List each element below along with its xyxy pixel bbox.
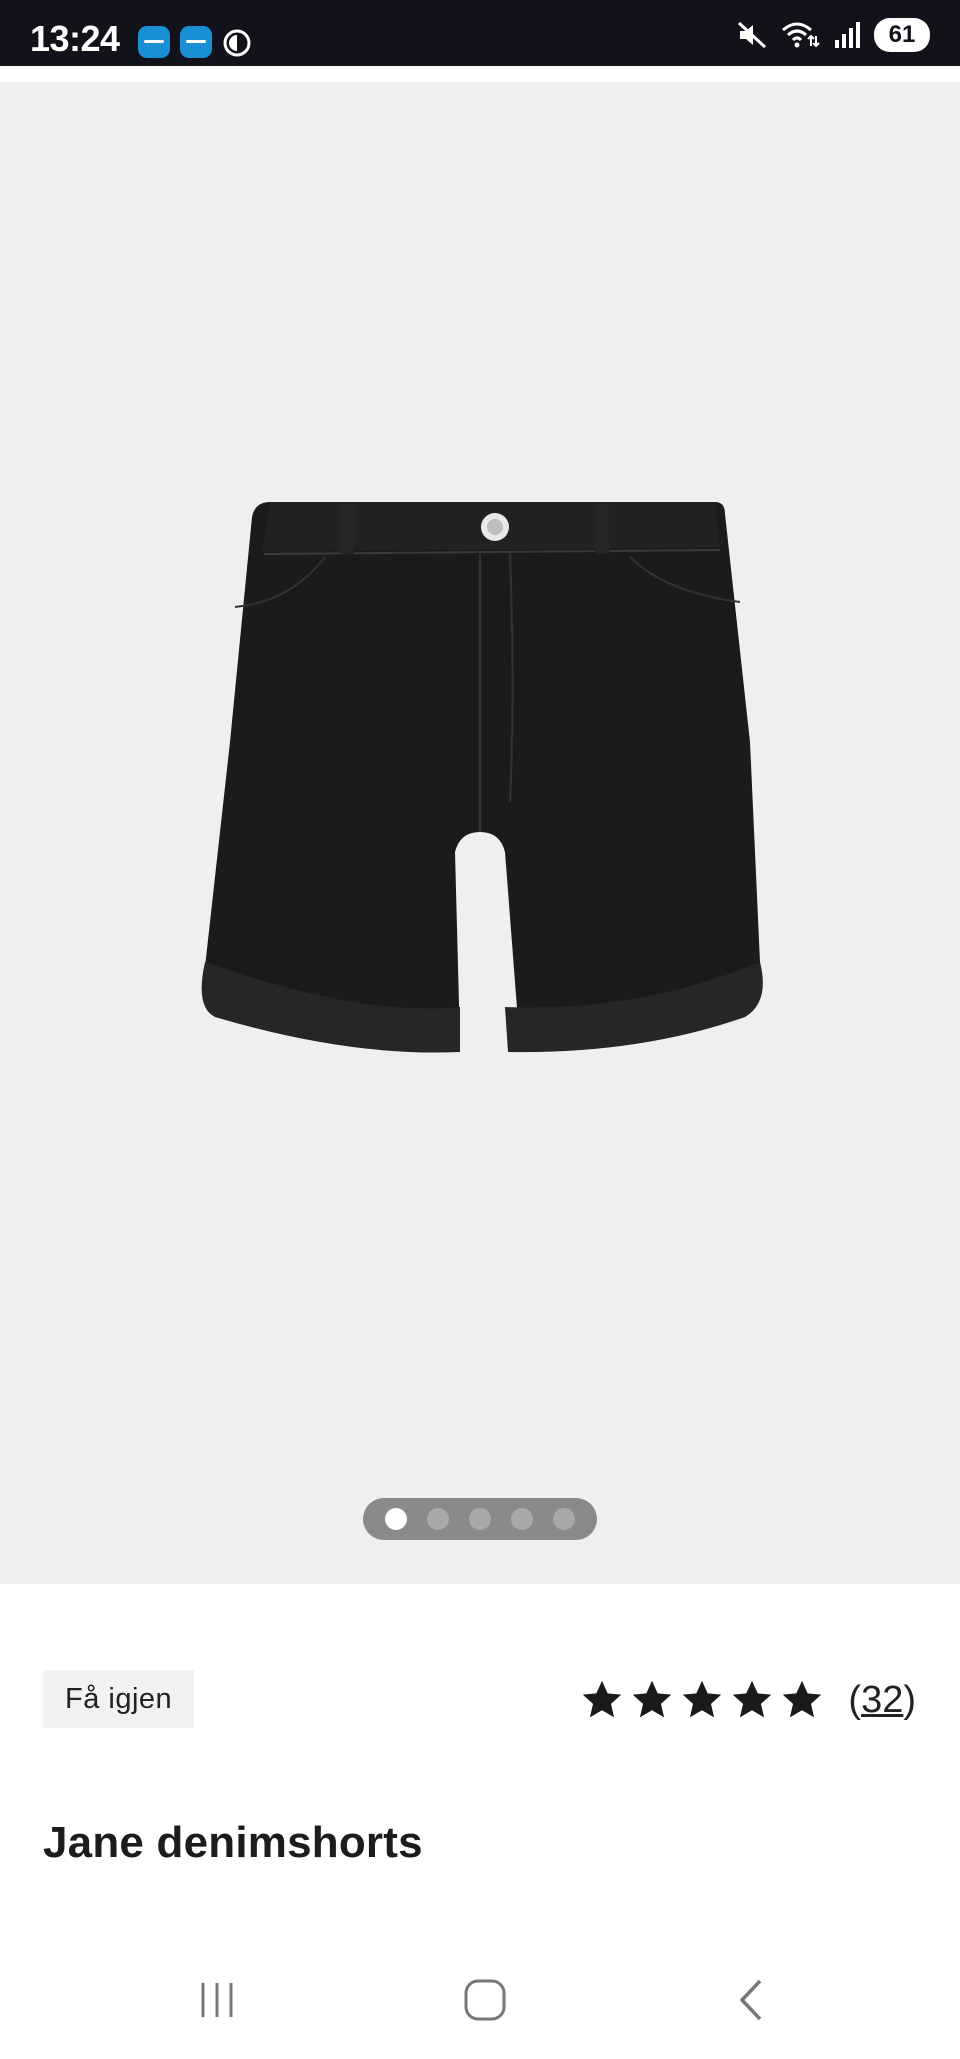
app-notification-icon	[180, 26, 212, 58]
star-icon	[583, 1680, 622, 1718]
pagination-dot-2[interactable]	[427, 1508, 449, 1530]
top-spacer	[0, 66, 960, 82]
status-right: 61	[736, 18, 930, 52]
rating-count-close: )	[903, 1678, 916, 1721]
mute-icon	[737, 21, 767, 49]
status-bar: 13:24 61	[0, 0, 960, 66]
home-icon	[464, 1979, 506, 2021]
signal-icon	[835, 22, 860, 48]
recent-apps-icon	[201, 1983, 233, 2017]
back-button[interactable]	[723, 1970, 783, 2030]
product-image-gallery[interactable]	[0, 82, 960, 1584]
pagination-dot-4[interactable]	[511, 1508, 533, 1530]
rating-count[interactable]: (32)	[848, 1679, 916, 1722]
product-title: Jane denimshorts	[43, 1818, 423, 1867]
pagination-dot-5[interactable]	[553, 1508, 575, 1530]
rating-count-number[interactable]: 32	[861, 1679, 903, 1721]
star-icon	[633, 1680, 672, 1718]
star-icon	[733, 1680, 772, 1718]
return-tag: Få igjen	[43, 1670, 195, 1728]
system-navigation-bar	[0, 1940, 960, 2059]
pagination-dot-1[interactable]	[385, 1508, 407, 1530]
rating-count-open: (	[848, 1678, 862, 1721]
status-time: 13:24	[30, 18, 120, 59]
circle-half-icon	[223, 29, 251, 57]
star-icon	[683, 1680, 722, 1718]
image-pagination[interactable]	[363, 1498, 597, 1540]
recent-apps-button[interactable]	[187, 1970, 247, 2030]
back-icon	[740, 1979, 762, 2021]
star-icon	[783, 1680, 822, 1718]
app-notification-icon	[138, 26, 170, 58]
battery-indicator: 61	[874, 18, 930, 52]
wifi-icon	[782, 22, 820, 48]
product-image	[201, 502, 763, 1053]
product-rating[interactable]: (32)	[580, 1678, 916, 1722]
pagination-dot-3[interactable]	[469, 1508, 491, 1530]
home-button[interactable]	[455, 1970, 515, 2030]
